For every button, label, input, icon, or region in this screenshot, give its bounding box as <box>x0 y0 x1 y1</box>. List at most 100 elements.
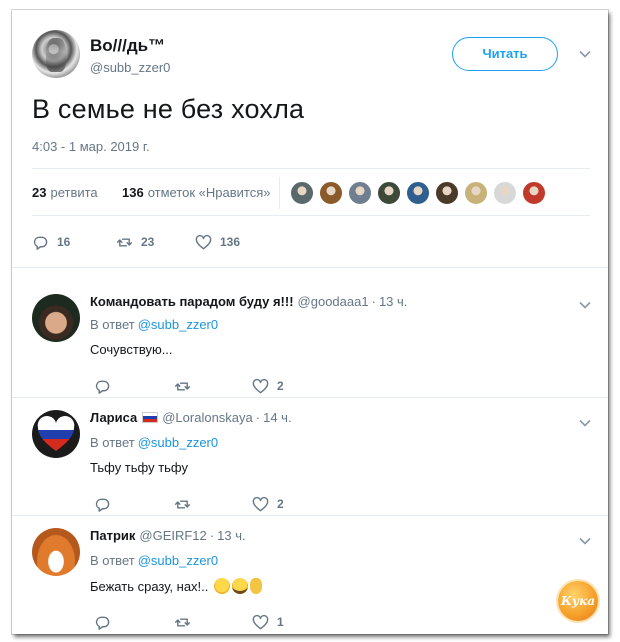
reply-action[interactable] <box>94 494 119 514</box>
reply-tweet: Командовать парадом буду я!!! @goodaaa1 · 1… <box>12 282 608 398</box>
heart-icon <box>195 234 220 251</box>
reply-body: Бежать сразу, нах!.. <box>90 578 209 594</box>
heart-icon <box>252 496 277 513</box>
reply-icon <box>94 496 119 513</box>
retweet-action[interactable] <box>174 376 199 396</box>
reply-header: Патрик @GEIRF12 · 13 ч. <box>90 528 246 543</box>
reply-tweet: Лариса @Loralonskaya · 14 ч. В ответ @subb_z… <box>12 398 608 516</box>
author-handle[interactable]: @subb_zzer0 <box>90 60 170 75</box>
reply-separator: · <box>209 528 215 543</box>
heart-icon <box>252 614 277 631</box>
liker-avatar[interactable] <box>493 181 517 205</box>
reply-context: В ответ @subb_zzer0 <box>90 317 218 332</box>
retweet-count: 23 <box>141 235 155 249</box>
like-count: 1 <box>277 615 284 629</box>
retweet-icon <box>174 496 199 513</box>
reply-text: Сочувствую... <box>90 342 173 357</box>
reply-body: Тьфу тьфу тьфу <box>90 460 188 475</box>
tweet-timestamp[interactable]: 4:03 - 1 мар. 2019 г. <box>32 139 150 154</box>
reply-author-handle[interactable]: @GEIRF12 <box>139 528 206 543</box>
reply-mention[interactable]: @subb_zzer0 <box>138 553 218 568</box>
liker-avatar[interactable] <box>464 181 488 205</box>
nerd-emoji-icon <box>232 578 249 594</box>
reply-separator: · <box>371 294 376 309</box>
reply-author-name[interactable]: Командовать парадом буду я!!! <box>90 294 294 309</box>
reply-count: 16 <box>57 235 71 249</box>
reply-actions: 2 <box>94 376 354 396</box>
chevron-down-icon[interactable] <box>578 47 592 61</box>
reply-author-name[interactable]: Патрик <box>90 528 135 543</box>
reply-tweet: Патрик @GEIRF12 · 13 ч. В ответ @subb_zzer0 … <box>12 516 608 634</box>
reply-mention[interactable]: @subb_zzer0 <box>138 435 218 450</box>
like-action[interactable]: 1 <box>252 612 284 632</box>
like-count: 2 <box>277 497 284 511</box>
liker-avatar[interactable] <box>522 181 546 205</box>
reply-avatar[interactable] <box>32 528 80 576</box>
main-tweet: Во///дь™ @subb_zzer0 Читать В семье не б… <box>12 10 608 268</box>
reply-avatar[interactable] <box>32 294 80 342</box>
liker-avatar[interactable] <box>348 181 372 205</box>
reply-header: Командовать парадом буду я!!! @goodaaa1 · 1… <box>90 294 407 309</box>
retweet-icon <box>116 234 141 251</box>
reply-author-name[interactable]: Лариса <box>90 410 137 425</box>
tweet-actions: 16 23 136 <box>32 232 332 252</box>
follow-button[interactable]: Читать <box>452 37 558 71</box>
reply-author-handle[interactable]: @goodaaa1 <box>298 294 369 309</box>
watermark-logo: Кука <box>558 581 598 621</box>
tweet-card: Во///дь™ @subb_zzer0 Читать В семье не б… <box>12 10 608 634</box>
reply-context: В ответ @subb_zzer0 <box>90 435 218 450</box>
reply-avatar[interactable] <box>32 410 80 458</box>
reply-time[interactable]: 13 ч. <box>217 528 245 543</box>
retweet-action[interactable] <box>174 612 199 632</box>
laughing-emoji-icon <box>214 578 231 594</box>
reply-prefix: В ответ <box>90 435 135 450</box>
retweets-stat[interactable]: 23 ретвита <box>32 185 98 200</box>
retweet-icon <box>174 614 199 631</box>
heart-icon <box>252 378 277 395</box>
like-action[interactable]: 136 <box>195 232 240 252</box>
like-count: 136 <box>220 235 241 249</box>
reply-action[interactable]: 16 <box>32 232 70 252</box>
chevron-down-icon[interactable] <box>578 416 592 430</box>
stats-divider <box>279 177 280 209</box>
liker-avatar[interactable] <box>377 181 401 205</box>
reply-context: В ответ @subb_zzer0 <box>90 553 218 568</box>
author-avatar[interactable] <box>32 30 80 78</box>
like-count: 2 <box>277 379 284 393</box>
liker-avatar[interactable] <box>406 181 430 205</box>
reply-icon <box>94 614 119 631</box>
likes-count: 136 <box>122 185 144 200</box>
reply-action[interactable] <box>94 612 119 632</box>
reply-time[interactable]: 14 ч. <box>263 410 291 425</box>
chevron-down-icon[interactable] <box>578 298 592 312</box>
reply-text: Тьфу тьфу тьфу <box>90 460 188 475</box>
like-action[interactable]: 2 <box>252 494 284 514</box>
retweet-icon <box>174 378 199 395</box>
likes-label: отметок «Нравится» <box>147 185 271 200</box>
reply-header: Лариса @Loralonskaya · 14 ч. <box>90 410 292 425</box>
russian-flag-icon <box>142 412 159 423</box>
likes-stat[interactable]: 136 отметок «Нравится» <box>122 185 271 200</box>
like-action[interactable]: 2 <box>252 376 284 396</box>
tweet-stats: 23 ретвита 136 отметок «Нравится» <box>32 168 590 216</box>
chevron-down-icon[interactable] <box>578 534 592 548</box>
author-name[interactable]: Во///дь™ <box>90 36 165 56</box>
reply-actions: 1 <box>94 612 354 632</box>
reply-body: Сочувствую... <box>90 342 173 357</box>
reply-mention[interactable]: @subb_zzer0 <box>138 317 218 332</box>
retweet-action[interactable]: 23 <box>116 232 154 252</box>
reply-icon <box>32 234 57 251</box>
reply-action[interactable] <box>94 376 119 396</box>
liker-avatar[interactable] <box>319 181 343 205</box>
reply-text: Бежать сразу, нах!.. <box>90 578 263 594</box>
reply-author-handle[interactable]: @Loralonskaya <box>162 410 253 425</box>
retweets-count: 23 <box>32 185 47 200</box>
reply-separator: · <box>255 410 261 425</box>
retweet-action[interactable] <box>174 494 199 514</box>
liker-avatar[interactable] <box>435 181 459 205</box>
reply-time[interactable]: 13 ч. <box>379 294 407 309</box>
reply-prefix: В ответ <box>90 553 135 568</box>
reply-icon <box>94 378 119 395</box>
reply-prefix: В ответ <box>90 317 135 332</box>
liker-avatar[interactable] <box>290 181 314 205</box>
